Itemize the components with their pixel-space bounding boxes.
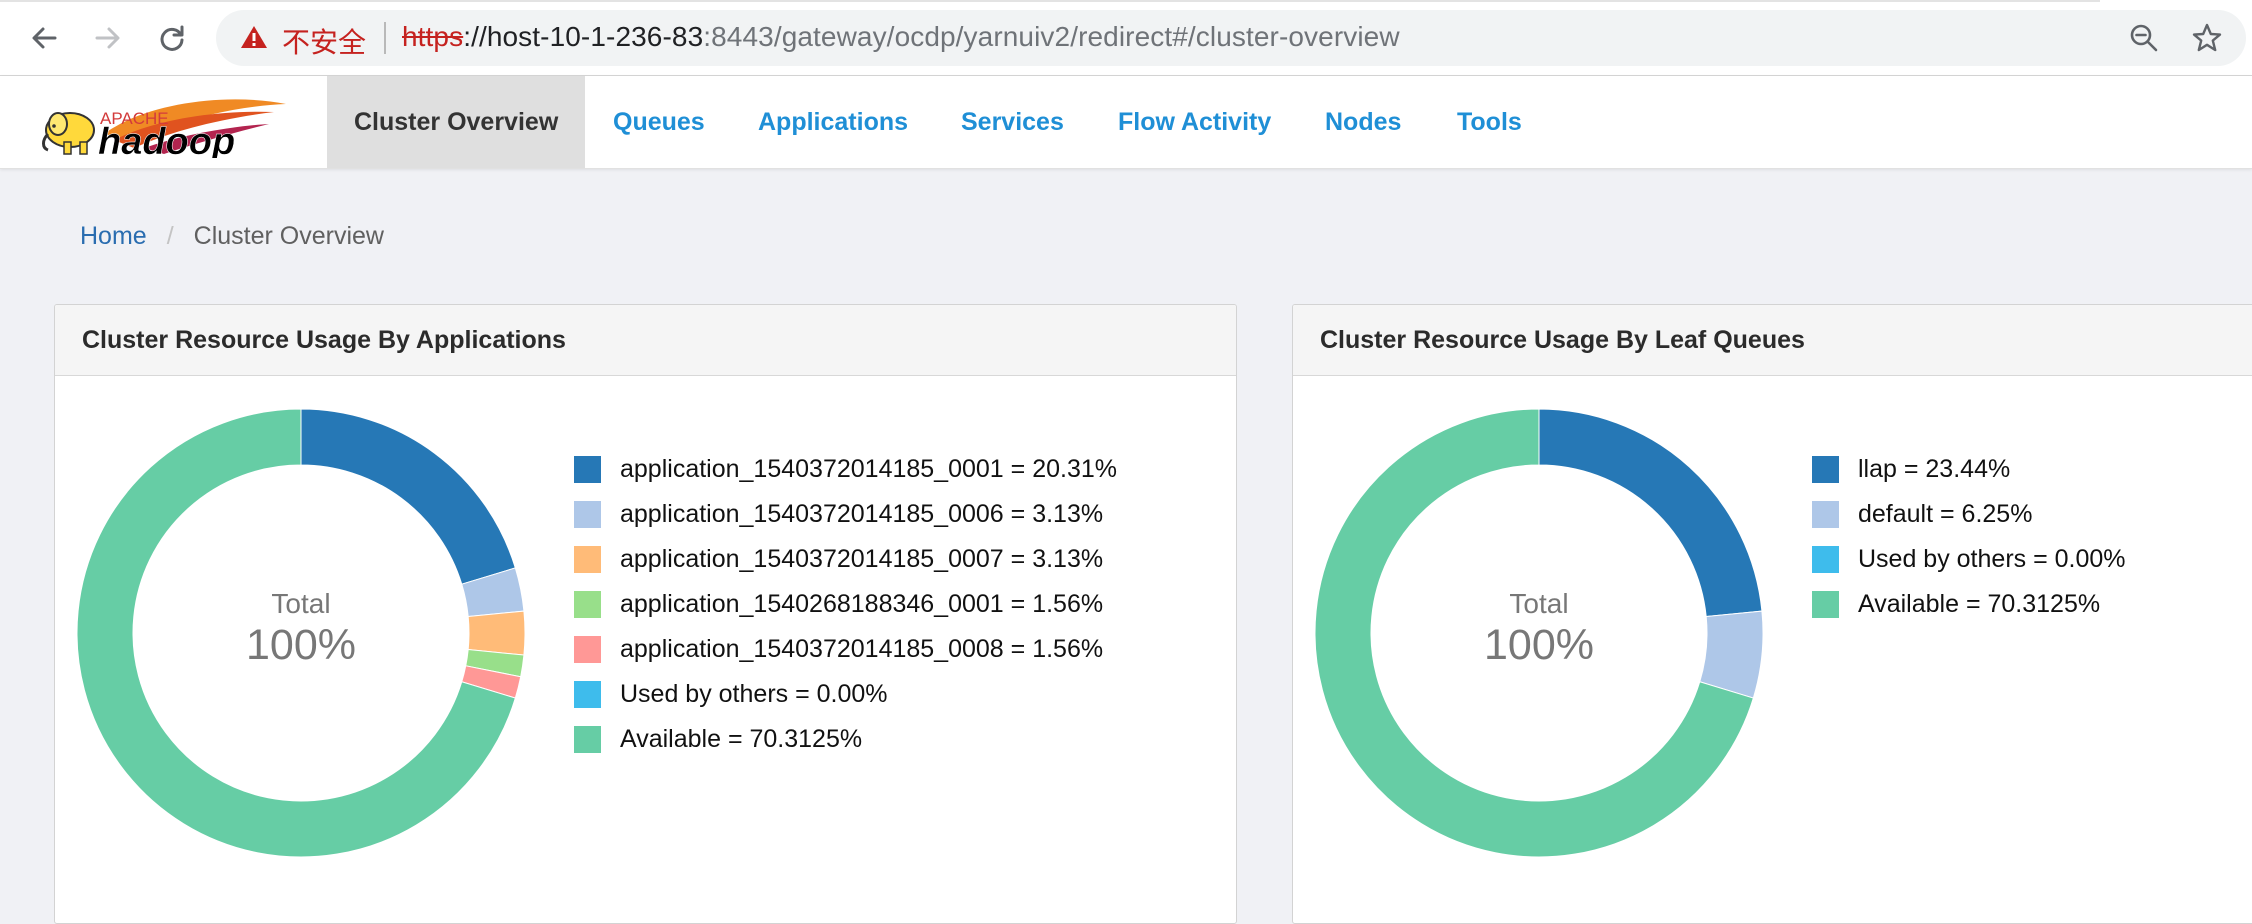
breadcrumb: Home / Cluster Overview — [80, 222, 384, 251]
arrow-right-icon — [95, 27, 120, 49]
security-status[interactable]: 不安全 — [282, 21, 366, 61]
legend-label: application_1540372014185_0008 = 1.56% — [620, 635, 1104, 663]
forward-button[interactable] — [86, 16, 130, 60]
legend-leaf-queues: llap = 23.44% default = 6.25% Used by othe… — [1812, 447, 2126, 627]
nav-flow-activity[interactable]: Flow Activity — [1118, 76, 1271, 168]
browser-toolbar: 不安全 https://host-10-1-236-83:8443/gatewa… — [0, 0, 2252, 76]
nav-nodes[interactable]: Nodes — [1325, 76, 1401, 168]
hadoop-logo[interactable]: APACHE hadoop — [34, 94, 294, 163]
legend-swatch — [1812, 501, 1839, 528]
legend-label: default = 6.25% — [1858, 500, 2033, 528]
legend-label: Available = 70.3125% — [620, 725, 863, 753]
nav-queues[interactable]: Queues — [613, 76, 705, 168]
legend-swatch — [1812, 456, 1839, 483]
reload-icon — [160, 25, 184, 51]
panel-title: Cluster Resource Usage By Leaf Queues — [1293, 305, 2252, 376]
legend-item-application-1540372014185-0008[interactable]: application_1540372014185_0008 = 1.56% — [574, 627, 1117, 672]
address-bar[interactable]: 不安全 https://host-10-1-236-83:8443/gatewa… — [216, 10, 2246, 66]
legend-item-application-1540268188346-0001[interactable]: application_1540268188346_0001 = 1.56% — [574, 582, 1117, 627]
legend-label: llap = 23.44% — [1858, 455, 2011, 483]
donut-center-value: 100% — [246, 621, 356, 669]
legend-swatch — [574, 726, 601, 753]
donut-center-label: Total — [1509, 588, 1568, 619]
app-navbar: APACHE hadoop Cluster Overview Queues Ap… — [0, 76, 2252, 169]
nav-applications[interactable]: Applications — [758, 76, 908, 168]
legend-item-default[interactable]: default = 6.25% — [1812, 492, 2126, 537]
legend-label: application_1540268188346_0001 = 1.56% — [620, 590, 1104, 618]
legend-swatch — [574, 501, 601, 528]
url-text[interactable]: https://host-10-1-236-83:8443/gateway/oc… — [402, 21, 1400, 53]
url-scheme: https — [402, 21, 464, 52]
legend-item-application-1540372014185-0007[interactable]: application_1540372014185_0007 = 3.13% — [574, 537, 1117, 582]
panel-title: Cluster Resource Usage By Applications — [55, 305, 1236, 376]
nav-cluster-overview[interactable]: Cluster Overview — [327, 76, 586, 168]
legend-item-available[interactable]: Available = 70.3125% — [1812, 582, 2126, 627]
address-divider — [384, 22, 386, 54]
legend-swatch — [1812, 591, 1839, 618]
legend-label: application_1540372014185_0006 = 3.13% — [620, 500, 1104, 528]
nav-tools[interactable]: Tools — [1457, 76, 1522, 168]
legend-item-used-by-others[interactable]: Used by others = 0.00% — [1812, 537, 2126, 582]
panel-usage-by-leaf-queues: Cluster Resource Usage By Leaf Queues To… — [1292, 304, 2252, 924]
legend-label: Used by others = 0.00% — [620, 680, 888, 708]
back-button[interactable] — [22, 16, 66, 60]
legend-swatch — [574, 636, 601, 663]
donut-chart-applications: Total 100% — [76, 408, 526, 858]
legend-swatch — [574, 456, 601, 483]
legend-item-application-1540372014185-0006[interactable]: application_1540372014185_0006 = 3.13% — [574, 492, 1117, 537]
legend-label: Available = 70.3125% — [1858, 590, 2101, 618]
bookmark-star-icon[interactable] — [2191, 22, 2223, 54]
url-path: :8443/gateway/ocdp/yarnuiv2/redirect#/cl… — [703, 21, 1400, 52]
panel-usage-by-applications: Cluster Resource Usage By Applications T… — [54, 304, 1237, 924]
legend-swatch — [574, 546, 601, 573]
donut-center-label: Total — [271, 588, 330, 619]
legend-applications: application_1540372014185_0001 = 20.31% a… — [574, 447, 1117, 762]
nav-services[interactable]: Services — [961, 76, 1064, 168]
legend-item-used-by-others[interactable]: Used by others = 0.00% — [574, 672, 1117, 717]
zoom-out-icon[interactable] — [2128, 22, 2160, 54]
donut-center-value: 100% — [1484, 621, 1594, 669]
legend-swatch — [574, 591, 601, 618]
warning-icon — [241, 26, 267, 48]
legend-item-llap[interactable]: llap = 23.44% — [1812, 447, 2126, 492]
donut-chart-leaf-queues: Total 100% — [1314, 408, 1764, 858]
donut-slice-application-1540372014185-0007[interactable] — [467, 610, 526, 656]
tab-strip-edge — [0, 0, 2100, 2]
legend-label: application_1540372014185_0001 = 20.31% — [620, 455, 1117, 483]
breadcrumb-separator: / — [166, 222, 174, 250]
reload-button[interactable] — [150, 16, 194, 60]
legend-item-available[interactable]: Available = 70.3125% — [574, 717, 1117, 762]
breadcrumb-current: Cluster Overview — [193, 222, 384, 250]
legend-label: application_1540372014185_0007 = 3.13% — [620, 545, 1104, 573]
url-host: ://host-10-1-236-83 — [463, 21, 704, 52]
logo-hadoop-text: hadoop — [98, 121, 235, 158]
elephant-icon — [42, 112, 95, 155]
arrow-left-icon — [32, 27, 57, 49]
legend-swatch — [574, 681, 601, 708]
donut-slice-application-1540372014185-0001[interactable] — [300, 408, 516, 585]
legend-label: Used by others = 0.00% — [1858, 545, 2126, 573]
legend-item-application-1540372014185-0001[interactable]: application_1540372014185_0001 = 20.31% — [574, 447, 1117, 492]
breadcrumb-home[interactable]: Home — [80, 222, 147, 250]
legend-swatch — [1812, 546, 1839, 573]
donut-slice-llap[interactable] — [1538, 408, 1763, 618]
